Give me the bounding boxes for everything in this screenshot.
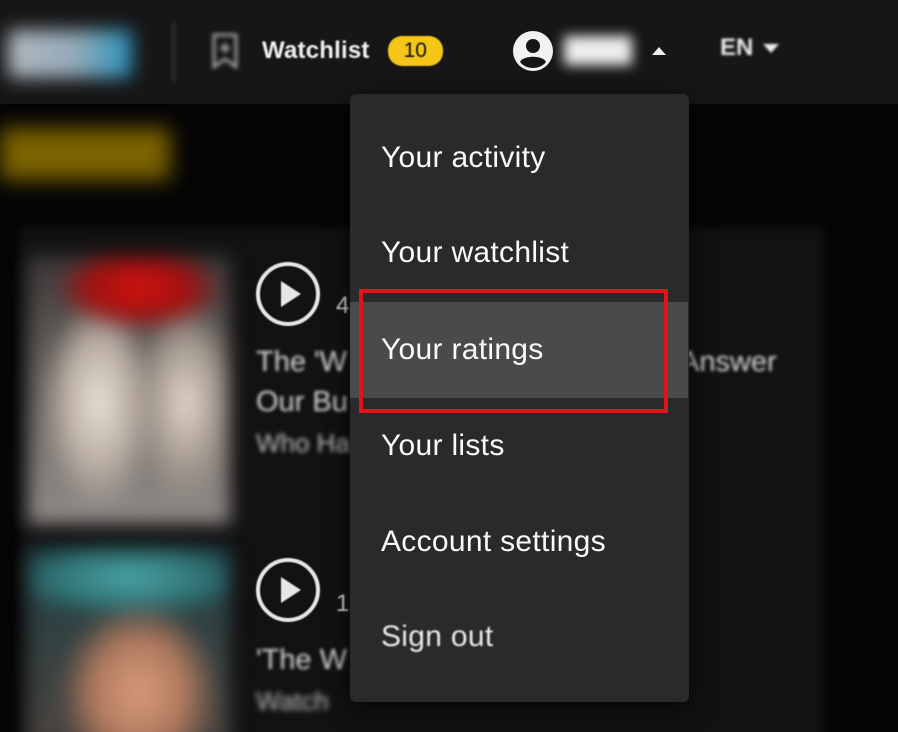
nav-divider xyxy=(172,22,175,82)
play-circle-icon[interactable] xyxy=(254,556,322,624)
menu-item-your-lists[interactable]: Your lists xyxy=(350,398,689,494)
video-title-line2[interactable]: Our Bu xyxy=(256,386,348,419)
menu-item-label: Account settings xyxy=(381,525,606,558)
top-navigation-bar: Watchlist 10 ████ EN xyxy=(0,0,898,104)
video-thumbnail[interactable] xyxy=(28,256,230,524)
watchlist-button[interactable]: Watchlist 10 xyxy=(212,24,443,78)
menu-item-label: Your activity xyxy=(381,141,546,174)
user-dropdown-menu: Your activity Your watchlist Your rating… xyxy=(350,94,689,702)
menu-item-label: Your lists xyxy=(381,429,505,462)
video-subtitle: Who Ha xyxy=(256,428,350,458)
language-selector[interactable]: EN xyxy=(720,34,780,62)
video-title-continued[interactable]: Answer xyxy=(680,346,777,379)
account-circle-icon xyxy=(513,31,553,71)
watchlist-label: Watchlist xyxy=(262,37,370,64)
menu-item-sign-out[interactable]: Sign out xyxy=(350,589,689,685)
video-meta: 1 xyxy=(336,590,350,617)
video-title[interactable]: The 'W xyxy=(256,346,347,379)
menu-item-your-activity[interactable]: Your activity xyxy=(350,110,689,206)
bookmark-icon xyxy=(212,33,238,69)
video-subtitle: Watch xyxy=(256,686,329,716)
section-heading-blurred xyxy=(0,128,170,180)
video-title[interactable]: 'The W xyxy=(256,644,347,677)
video-thumbnail[interactable] xyxy=(28,548,230,732)
caret-down-icon xyxy=(763,43,780,53)
language-label: EN xyxy=(720,34,754,61)
menu-item-account-settings[interactable]: Account settings xyxy=(350,494,689,590)
app-viewport: Watchlist 10 ████ EN 4 The 'W Answer Our… xyxy=(0,0,898,732)
site-logo[interactable] xyxy=(8,30,132,78)
watchlist-count-badge: 10 xyxy=(387,36,443,66)
menu-item-label: Your watchlist xyxy=(381,236,570,269)
caret-up-icon xyxy=(652,47,667,55)
user-name-redacted: ████ xyxy=(564,37,633,64)
menu-item-your-watchlist[interactable]: Your watchlist xyxy=(350,205,689,301)
menu-item-label: Your ratings xyxy=(381,333,544,366)
menu-item-label: Sign out xyxy=(381,620,494,653)
video-meta: 4 xyxy=(336,292,350,319)
play-circle-icon[interactable] xyxy=(254,260,322,328)
user-menu-button[interactable]: ████ xyxy=(512,28,667,74)
menu-item-your-ratings[interactable]: Your ratings xyxy=(350,302,688,398)
